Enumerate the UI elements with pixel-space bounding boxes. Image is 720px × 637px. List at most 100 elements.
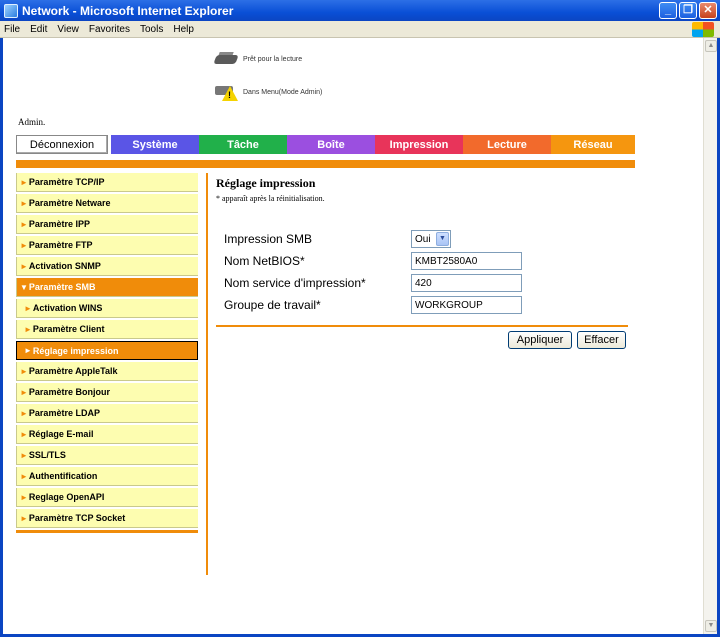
menu-item-file[interactable]: File [4,24,20,35]
sidebar-item-authentification[interactable]: ► Authentification [16,467,198,486]
status-menu-text: Dans Menu(Mode Admin) [243,88,323,96]
triangle-right-icon: ► [20,177,28,187]
menu-bar: File Edit View Favorites Tools Help [0,21,720,38]
clear-button[interactable]: Effacer [577,331,626,349]
netbios-input[interactable]: KMBT2580A0 [411,252,522,270]
sidebar-item-label: Paramètre FTP [28,240,93,250]
triangle-right-icon: ► [20,387,28,397]
form-row-workgroup: Groupe de travail* WORKGROUP [224,296,522,314]
sidebar-bottom-bar [16,530,198,533]
tab-impression[interactable]: Impression [375,135,463,154]
sidebar-item-parametre-netware[interactable]: ► Paramètre Netware [16,194,198,213]
page-content: Prêt pour la lecture ! Dans Menu(Mode Ad… [3,38,703,634]
window-controls: _ ❐ ✕ [659,2,717,19]
sidebar-item-parametre-appletalk[interactable]: ► Paramètre AppleTalk [16,362,198,381]
scroll-up-icon[interactable]: ▲ [705,40,717,52]
form-divider [216,325,628,327]
warning-icon: ! [215,82,238,102]
sidebar-item-parametre-ftp[interactable]: ► Paramètre FTP [16,236,198,255]
scroll-down-icon[interactable]: ▼ [705,620,717,632]
sidebar-item-label: Paramètre IPP [28,219,90,229]
triangle-right-icon: ► [24,346,32,355]
sidebar-item-parametre-ldap[interactable]: ► Paramètre LDAP [16,404,198,423]
windows-logo-icon [692,22,714,37]
triangle-right-icon: ► [20,471,28,481]
status-ready-text: Prêt pour la lecture [243,55,303,63]
sidebar-divider [206,173,208,575]
triangle-right-icon: ► [24,324,32,334]
page-title: Réglage impression [216,176,316,190]
logout-button[interactable]: Déconnexion [16,135,108,154]
sidebar: ► Paramètre TCP/IP ► Paramètre Netware ► Para… [16,173,198,533]
admin-label: Admin. [18,117,46,127]
sidebar-item-label: Paramètre LDAP [28,408,100,418]
window-title: Network - Microsoft Internet Explorer [22,3,234,18]
sidebar-item-label: Paramètre AppleTalk [28,366,118,376]
workgroup-input[interactable]: WORKGROUP [411,296,522,314]
menu-item-help[interactable]: Help [173,24,194,35]
menu-item-edit[interactable]: Edit [30,24,47,35]
sidebar-item-label: Paramètre Bonjour [28,387,110,397]
triangle-right-icon: ► [20,429,28,439]
status-menu: ! Dans Menu(Mode Admin) [215,82,322,102]
form-row-smb: Impression SMB Oui ▼ [224,230,451,248]
triangle-right-icon: ► [20,219,28,229]
sidebar-item-parametre-ipp[interactable]: ► Paramètre IPP [16,215,198,234]
smb-print-value: Oui [415,233,431,245]
status-ready: Prêt pour la lecture [213,52,303,66]
tab-reseau[interactable]: Réseau [551,135,635,154]
sidebar-item-label: SSL/TLS [28,450,66,460]
vertical-scrollbar[interactable]: ▲ ▼ [703,38,717,634]
triangle-right-icon: ► [20,408,28,418]
sidebar-item-activation-snmp[interactable]: ► Activation SNMP [16,257,198,276]
workgroup-label: Groupe de travail* [224,298,321,312]
chevron-down-icon[interactable]: ▼ [436,232,449,246]
sidebar-item-label: Paramètre TCP Socket [28,513,126,523]
sidebar-item-label: Authentification [28,471,98,481]
sidebar-item-activation-wins[interactable]: ► Activation WINS [16,299,198,318]
triangle-right-icon: ► [20,513,28,523]
printer-icon [213,52,239,66]
sidebar-item-reglage-e-mail[interactable]: ► Réglage E-mail [16,425,198,444]
main-panel: Réglage impression * apparaît après la r… [216,176,636,203]
sidebar-item-label: Paramètre Client [32,324,105,334]
minimize-button[interactable]: _ [659,2,677,19]
sidebar-item-label: Paramètre TCP/IP [28,177,105,187]
sidebar-item-label: Paramètre SMB [28,282,96,292]
sidebar-item-reglage-openapi[interactable]: ► Reglage OpenAPI [16,488,198,507]
print-service-input[interactable]: 420 [411,274,522,292]
triangle-right-icon: ► [20,261,28,271]
tab-systeme[interactable]: Système [111,135,199,154]
form-row-netbios: Nom NetBIOS* KMBT2580A0 [224,252,522,270]
triangle-right-icon: ► [20,492,28,502]
triangle-right-icon: ► [20,366,28,376]
sidebar-item-parametre-client[interactable]: ► Paramètre Client [16,320,198,339]
sidebar-item-parametre-smb[interactable]: ▼ Paramètre SMB [16,278,198,297]
window-titlebar: Network - Microsoft Internet Explorer _ … [0,0,720,21]
triangle-right-icon: ► [20,240,28,250]
apply-button[interactable]: Appliquer [508,331,572,349]
smb-print-select[interactable]: Oui ▼ [411,230,451,248]
sidebar-item-label: Activation WINS [32,303,103,313]
sidebar-item-label: Paramètre Netware [28,198,111,208]
sidebar-item-parametre-tcp-socket[interactable]: ► Paramètre TCP Socket [16,509,198,528]
sidebar-item-parametre-tcp-ip[interactable]: ► Paramètre TCP/IP [16,173,198,192]
main-tabs: Déconnexion Système Tâche Boîte Impressi… [16,135,635,154]
maximize-button[interactable]: ❐ [679,2,697,19]
triangle-right-icon: ► [20,198,28,208]
sidebar-item-ssl-tls[interactable]: ► SSL/TLS [16,446,198,465]
smb-print-label: Impression SMB [224,232,313,246]
tab-boite[interactable]: Boîte [287,135,375,154]
sidebar-item-reglage-impression[interactable]: ► Réglage impression [16,341,198,360]
close-button[interactable]: ✕ [699,2,717,19]
netbios-label: Nom NetBIOS* [224,254,305,268]
tab-tache[interactable]: Tâche [199,135,287,154]
sidebar-item-label: Réglage impression [32,345,119,356]
menu-item-tools[interactable]: Tools [140,24,163,35]
menu-item-favorites[interactable]: Favorites [89,24,130,35]
menu-item-view[interactable]: View [57,24,79,35]
print-service-label: Nom service d'impression* [224,276,366,290]
tab-lecture[interactable]: Lecture [463,135,551,154]
sidebar-item-label: Réglage E-mail [28,429,94,439]
sidebar-item-parametre-bonjour[interactable]: ► Paramètre Bonjour [16,383,198,402]
